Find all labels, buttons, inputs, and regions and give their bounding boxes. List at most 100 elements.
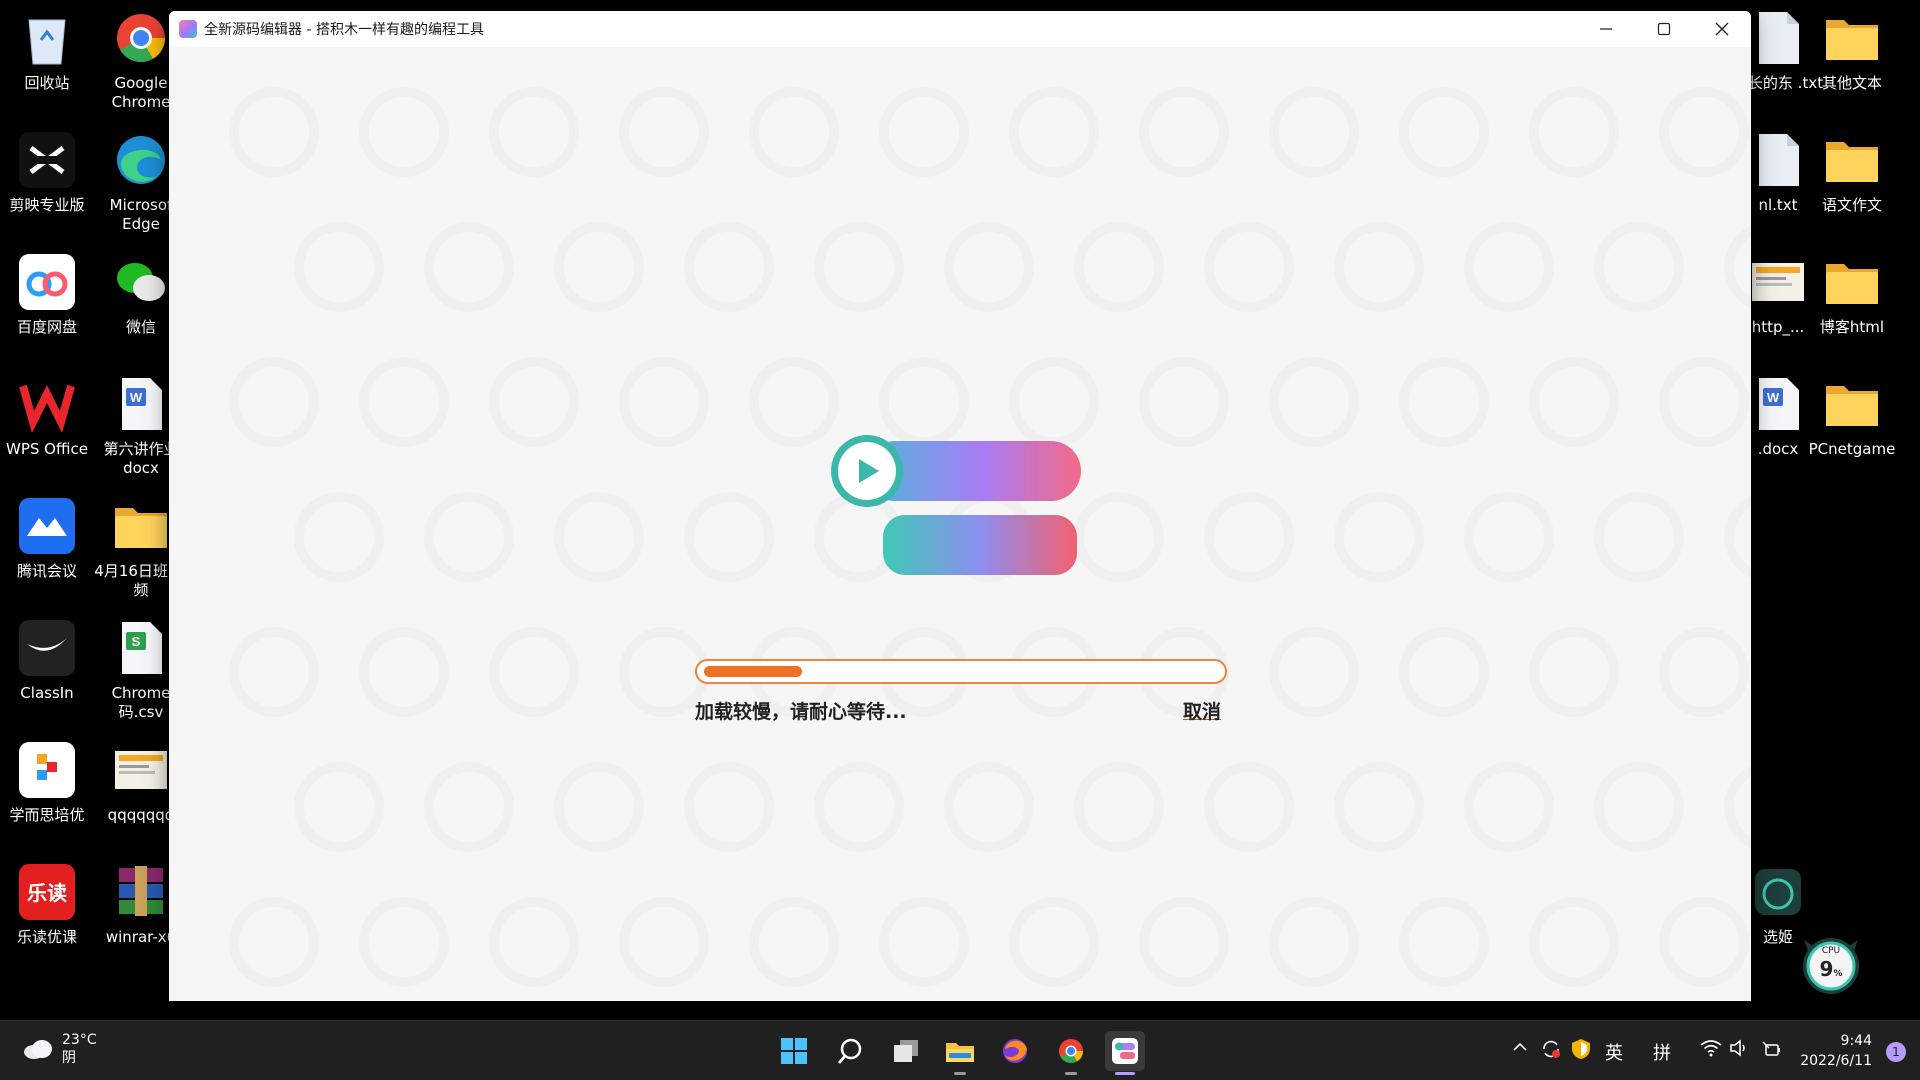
background-pattern-mark xyxy=(1464,222,1554,312)
desktop-shortcut[interactable]: 学而思培优 xyxy=(0,740,95,858)
svg-text:W: W xyxy=(130,390,143,405)
background-pattern-mark xyxy=(1529,897,1619,987)
folder-icon xyxy=(111,496,171,556)
minimize-button[interactable] xyxy=(1577,11,1635,47)
background-pattern-mark xyxy=(1139,87,1229,177)
desktop-shortcut[interactable]: 其他文本 xyxy=(1804,8,1900,126)
background-pattern-mark xyxy=(1009,897,1099,987)
firefox-icon xyxy=(1003,1039,1027,1063)
folder-icon xyxy=(1822,252,1882,312)
weather-widget[interactable]: 23°C 阴 xyxy=(22,1031,97,1067)
app-logo-icon xyxy=(179,20,197,38)
desktop-shortcut[interactable]: 腾讯会议 xyxy=(0,496,95,614)
baidu-netdisk-icon xyxy=(17,252,77,312)
desktop-shortcut[interactable]: 语文作文 xyxy=(1804,130,1900,248)
close-icon xyxy=(1715,22,1729,36)
desktop-shortcut-label: ClassIn xyxy=(20,684,74,702)
background-pattern-mark xyxy=(619,357,709,447)
desktop-shortcut-label: 学而思培优 xyxy=(9,806,85,824)
desktop-shortcut-label: WPS Office xyxy=(6,440,88,458)
search-icon xyxy=(837,1038,862,1064)
sync-alert-icon xyxy=(1543,1040,1560,1058)
background-pattern-mark xyxy=(554,492,644,582)
background-pattern-mark xyxy=(554,762,644,852)
tray-wifi[interactable] xyxy=(1700,1039,1722,1057)
desktop-shortcut-label: 百度网盘 xyxy=(16,318,77,336)
weather-text: 23°C 阴 xyxy=(62,1031,97,1067)
task-view-icon xyxy=(894,1040,918,1062)
svg-text:乐读: 乐读 xyxy=(27,881,67,905)
system-clock[interactable]: 9:44 2022/6/11 xyxy=(1800,1031,1872,1071)
tray-volume[interactable] xyxy=(1729,1039,1749,1057)
tray-security[interactable] xyxy=(1571,1038,1591,1060)
weather-temperature: 23°C xyxy=(62,1032,97,1048)
loading-screen: 加载较慢，请耐心等待... 取消 xyxy=(169,47,1751,1001)
background-pattern-mark xyxy=(489,897,579,987)
background-pattern-mark xyxy=(294,492,384,582)
desktop-shortcut[interactable]: ClassIn xyxy=(0,618,95,736)
taskbar-file-explorer[interactable] xyxy=(940,1031,980,1075)
background-pattern-mark xyxy=(229,357,319,447)
svg-text:W: W xyxy=(1767,390,1780,405)
cancel-button[interactable]: 取消 xyxy=(1183,697,1221,724)
background-pattern-mark xyxy=(749,897,839,987)
shield-icon xyxy=(1572,1039,1590,1059)
maximize-button[interactable] xyxy=(1635,11,1693,47)
tray-sync[interactable] xyxy=(1540,1038,1562,1060)
background-pattern-mark xyxy=(944,762,1034,852)
xueersi-icon xyxy=(17,740,77,800)
start-button[interactable] xyxy=(774,1031,814,1071)
background-pattern-mark xyxy=(684,222,774,312)
wps-office-icon xyxy=(17,374,77,434)
tencent-meeting-icon xyxy=(17,496,77,556)
desktop-shortcut[interactable]: 剪映专业版 xyxy=(0,130,95,248)
background-pattern-mark xyxy=(1399,357,1489,447)
taskbar-code-editor[interactable] xyxy=(1105,1031,1145,1075)
cpu-monitor-widget[interactable]: CPU 9% xyxy=(1796,926,1866,996)
ime-language-toggle[interactable]: 英 xyxy=(1605,1039,1623,1065)
background-pattern-mark xyxy=(1724,762,1751,852)
notification-badge[interactable]: 1 xyxy=(1886,1042,1906,1062)
background-pattern-mark xyxy=(424,492,514,582)
cpu-label: CPU xyxy=(1821,946,1841,956)
speaker-icon xyxy=(1730,1039,1745,1057)
background-pattern-mark xyxy=(1594,222,1684,312)
desktop-shortcut[interactable]: 回收站 xyxy=(0,8,95,126)
desktop-shortcut-label: 博客html xyxy=(1819,318,1885,336)
desktop-shortcut[interactable]: 博客html xyxy=(1804,252,1900,370)
loading-message: 加载较慢，请耐心等待... xyxy=(695,701,907,723)
desktop-shortcut-label: 语文作文 xyxy=(1821,196,1882,214)
background-pattern-mark xyxy=(229,87,319,177)
loading-progress-bar xyxy=(695,659,1227,684)
background-pattern-mark xyxy=(1334,222,1424,312)
taskbar-firefox[interactable] xyxy=(995,1031,1035,1071)
background-pattern-mark xyxy=(619,897,709,987)
text-file-icon xyxy=(1748,8,1808,68)
background-pattern-mark xyxy=(1204,222,1294,312)
taskbar-chrome[interactable] xyxy=(1051,1031,1091,1075)
background-pattern-mark xyxy=(944,222,1034,312)
classin-icon xyxy=(17,618,77,678)
background-pattern-mark xyxy=(1659,87,1749,177)
desktop-shortcut[interactable]: 百度网盘 xyxy=(0,252,95,370)
background-pattern-mark xyxy=(359,897,449,987)
close-button[interactable] xyxy=(1693,11,1751,47)
search-button[interactable] xyxy=(830,1031,870,1071)
window-titlebar[interactable]: 全新源码编辑器 - 搭积木一样有趣的编程工具 xyxy=(169,11,1751,47)
desktop-shortcut[interactable]: 乐读 乐读优课 xyxy=(0,862,95,980)
background-pattern-mark xyxy=(489,627,579,717)
desktop-shortcut[interactable]: WPS Office xyxy=(0,374,95,492)
desktop-shortcut[interactable]: PCnetgame xyxy=(1804,374,1900,492)
battery-plug-icon xyxy=(1762,1041,1780,1056)
tray-overflow-button[interactable] xyxy=(1512,1039,1528,1055)
background-pattern-mark xyxy=(1204,492,1294,582)
folder-icon xyxy=(1822,130,1882,190)
tray-power[interactable] xyxy=(1760,1039,1782,1057)
task-view-button[interactable] xyxy=(886,1031,926,1071)
text-file-icon xyxy=(1748,130,1808,190)
svg-text:S: S xyxy=(132,634,141,649)
folder-icon xyxy=(1822,8,1882,68)
ime-mode-toggle[interactable]: 拼 xyxy=(1653,1039,1671,1065)
background-pattern-mark xyxy=(424,762,514,852)
code-editor-window: 全新源码编辑器 - 搭积木一样有趣的编程工具 加载较慢，请耐心等待... 取消 xyxy=(169,11,1751,1001)
